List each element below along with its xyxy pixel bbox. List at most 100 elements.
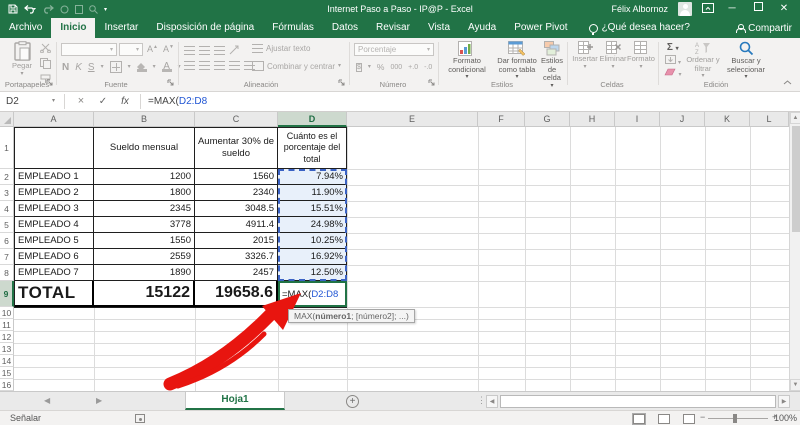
row-header-10[interactable]: 10 [0,307,14,319]
paste-button[interactable]: Pegar ▾ [6,41,38,77]
column-header-E[interactable]: E [347,112,478,127]
cell-A7[interactable]: EMPLEADO 6 [15,249,94,265]
cancel-entry-icon[interactable]: × [72,92,90,111]
number-format-select[interactable]: Porcentaje ▾ [354,43,434,56]
decrease-decimal-icon[interactable]: -.0 [424,64,432,71]
row-header-7[interactable]: 7 [0,249,14,265]
row-header-12[interactable]: 12 [0,331,14,343]
cell-A5[interactable]: EMPLEADO 4 [15,217,94,233]
cell-D8[interactable]: 12.50% [278,265,346,281]
format-as-table-button[interactable]: Dar formato como tabla ▾ [494,41,540,80]
sheet-tab-hoja1[interactable]: Hoja1 [185,392,285,410]
page-break-view-icon[interactable] [683,413,695,424]
column-header-I[interactable]: I [615,112,660,127]
ribbon-tab-vista[interactable]: Vista [419,18,459,38]
share-button[interactable]: Compartir [735,18,792,38]
underline-button[interactable]: S [88,62,95,73]
active-cell-D9[interactable]: =MAX(D2:D8 [278,281,347,307]
zoom-slider[interactable] [708,418,768,419]
cell-D5[interactable]: 24.98% [278,217,346,233]
cut-icon[interactable] [40,43,51,55]
ribbon-tab-insertar[interactable]: Insertar [95,18,147,38]
close-button[interactable]: ✕ [776,0,792,18]
format-cells-button[interactable]: Formato ▾ [627,41,655,70]
cell-C8[interactable]: 2457 [195,265,278,281]
column-header-D[interactable]: D [278,112,347,127]
row-header-15[interactable]: 15 [0,367,14,379]
row-header-16[interactable]: 16 [0,379,14,391]
cell-D2[interactable]: 7.94% [278,169,346,185]
increase-decimal-icon[interactable]: +.0 [408,64,418,71]
column-header-B[interactable]: B [94,112,195,127]
cell-A1[interactable] [15,128,94,169]
underline-caret[interactable]: ▾ [101,64,104,70]
insert-function-icon[interactable]: fx [116,92,134,111]
delete-cells-button[interactable]: Eliminar ▾ [599,41,627,70]
row-header-11[interactable]: 11 [0,319,14,331]
portapapeles-dialog-launcher[interactable] [46,79,53,88]
row-header-9[interactable]: 9 [0,281,14,307]
column-header-J[interactable]: J [660,112,705,127]
enter-entry-icon[interactable]: ✓ [94,92,112,111]
find-select-button[interactable]: Buscar y seleccionar ▾ [724,41,768,80]
cell-B5[interactable]: 3778 [94,217,195,233]
cell-D7[interactable]: 16.92% [278,249,346,265]
ribbon-display-options-icon[interactable] [702,3,714,15]
normal-view-icon[interactable] [632,412,646,425]
row-header-5[interactable]: 5 [0,217,14,233]
fill-color-icon[interactable] [136,62,147,72]
column-header-A[interactable]: A [14,112,94,127]
cell-B8[interactable]: 1890 [94,265,195,281]
macro-record-icon[interactable] [135,414,145,423]
cell-A3[interactable]: EMPLEADO 2 [15,185,94,201]
cell-B1[interactable]: Sueldo mensual [94,128,195,169]
copy-icon[interactable] [40,58,51,71]
scroll-down-icon[interactable]: ▼ [790,379,800,391]
row-header-4[interactable]: 4 [0,201,14,217]
percent-style-icon[interactable]: % [377,62,385,72]
vertical-scrollbar-thumb[interactable] [791,126,800,232]
ribbon-tab-disposici-n-de-p-gina[interactable]: Disposición de página [147,18,263,38]
cell-C7[interactable]: 3326.7 [195,249,278,265]
cell-C9[interactable]: 19658.6 [195,281,278,307]
add-sheet-icon[interactable]: + [346,394,359,408]
align-center-icon[interactable] [199,61,210,70]
numero-dialog-launcher[interactable] [428,79,435,88]
conditional-formatting-button[interactable]: Formato condicional ▾ [442,41,492,80]
fuente-dialog-launcher[interactable] [167,79,174,88]
column-header-H[interactable]: H [570,112,615,127]
select-all-corner[interactable] [0,112,14,127]
cell-B7[interactable]: 2559 [94,249,195,265]
save-icon[interactable] [8,4,18,14]
name-box-caret[interactable]: ▾ [52,92,55,111]
align-middle-icon[interactable] [199,46,210,55]
minimize-button[interactable]: ─ [724,0,740,18]
undo-icon[interactable] [24,4,37,14]
cell-C4[interactable]: 3048.5 [195,201,278,217]
ribbon-tab-power-pivot[interactable]: Power Pivot [505,18,576,38]
ribbon-tab-f-rmulas[interactable]: Fórmulas [263,18,323,38]
scroll-up-icon[interactable]: ▲ [790,112,800,124]
row-header-6[interactable]: 6 [0,233,14,249]
collapse-ribbon-icon[interactable] [783,78,792,87]
column-header-K[interactable]: K [705,112,750,127]
row-header-1[interactable]: 1 [0,127,14,169]
borders-icon[interactable] [109,61,122,73]
font-color-icon[interactable]: A [161,61,172,72]
formula-input[interactable]: =MAX(D2:D8 [148,92,207,111]
font-name-select[interactable]: ▾ [61,43,117,56]
cell-C1[interactable]: Aumentar 30% de sueldo [195,128,278,169]
merge-center-button[interactable]: Combinar y centrar ▾ [252,61,341,71]
column-header-G[interactable]: G [525,112,570,127]
horizontal-scrollbar[interactable] [500,395,776,408]
column-header-L[interactable]: L [750,112,789,127]
cell-C2[interactable]: 1560 [195,169,278,185]
cell-D6[interactable]: 10.25% [278,233,346,249]
cell-A6[interactable]: EMPLEADO 5 [15,233,94,249]
hscroll-left-icon[interactable]: ◀ [486,395,498,408]
alineacion-dialog-launcher[interactable] [338,79,345,88]
cell-D4[interactable]: 15.51% [278,201,346,217]
sheet-nav-prev-icon[interactable]: ◀ [44,392,50,410]
ribbon-tab-revisar[interactable]: Revisar [367,18,419,38]
cell-B6[interactable]: 1550 [94,233,195,249]
